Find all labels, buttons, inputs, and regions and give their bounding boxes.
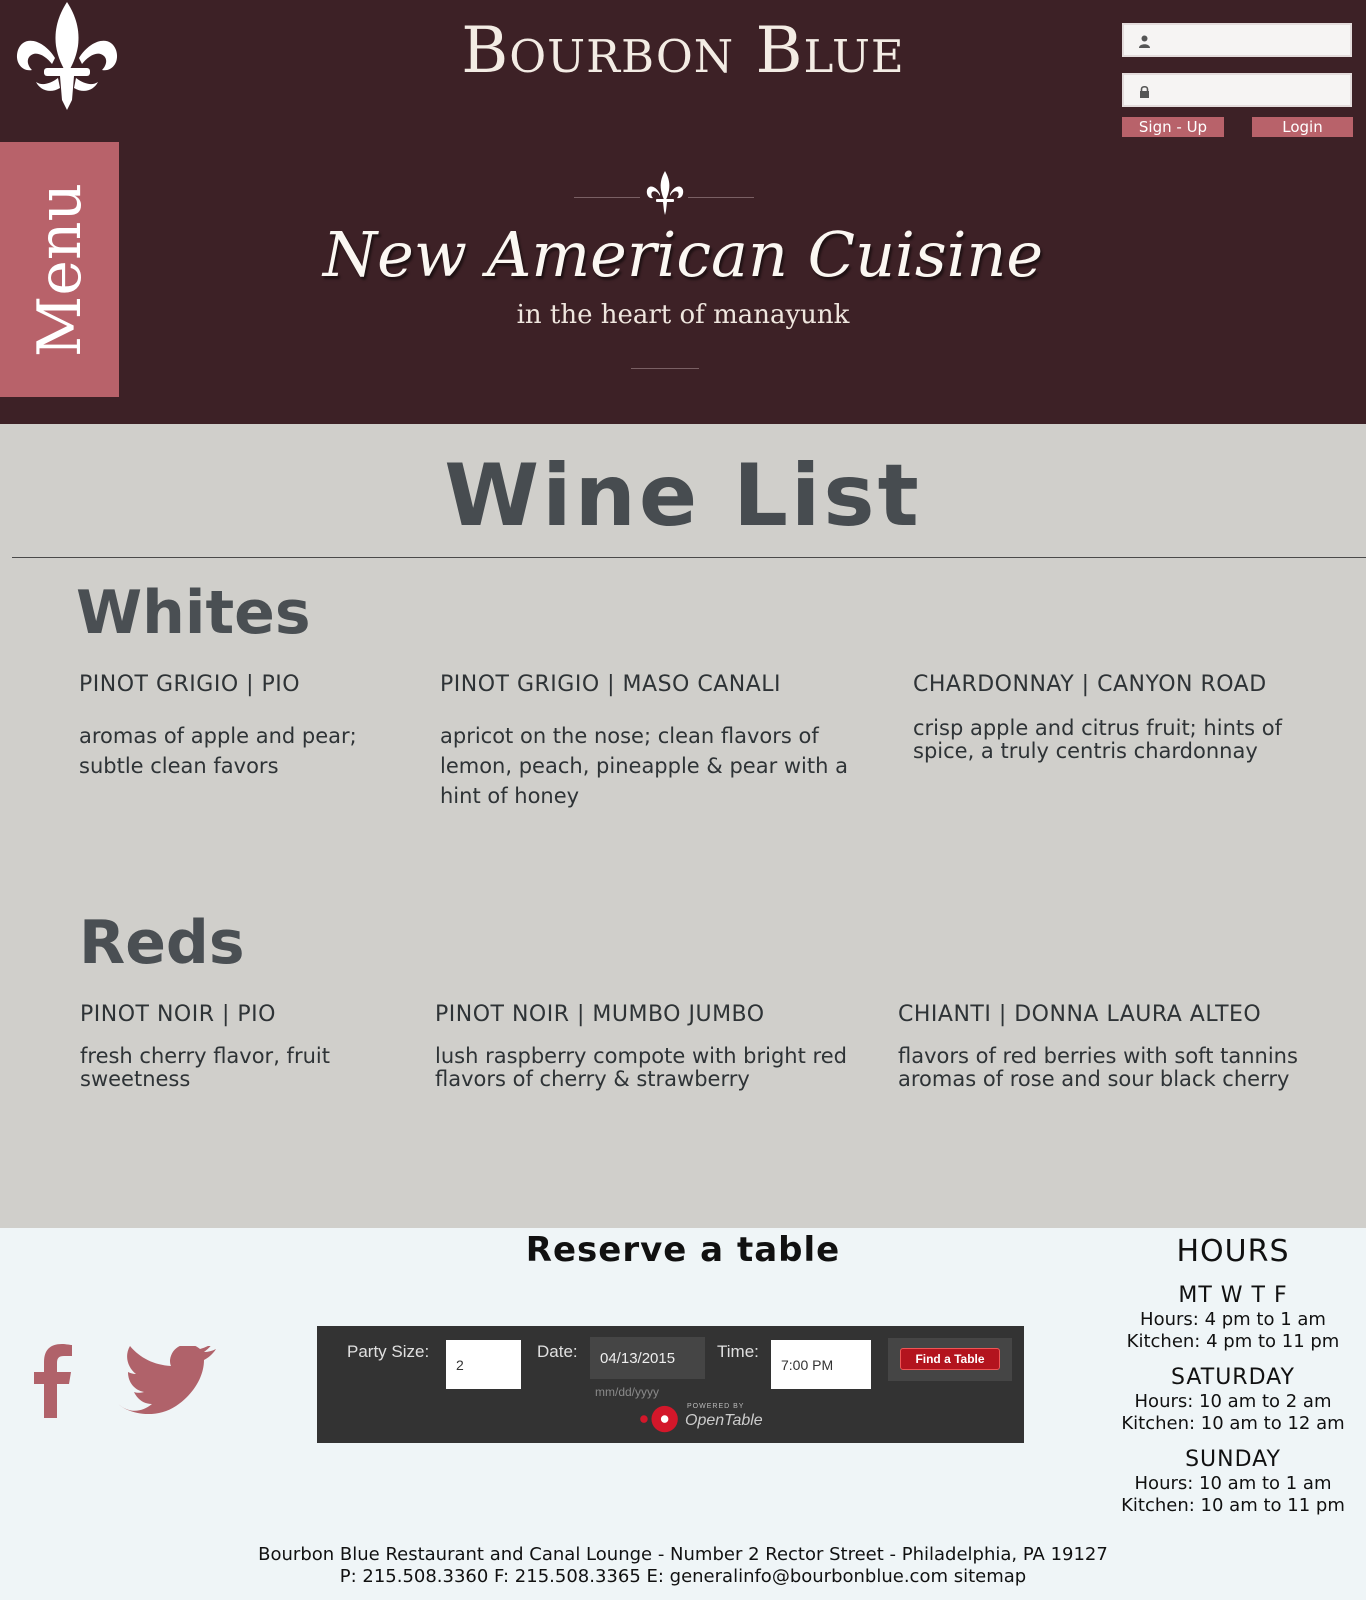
party-size-select[interactable] [446,1340,521,1389]
page-title: Wine List [444,446,922,546]
lock-icon [1140,85,1149,98]
tagline: New American Cuisine [322,218,1044,291]
hours-kitchen: Kitchen: 10 am to 11 pm [1121,1495,1345,1516]
password-field[interactable] [1122,73,1352,107]
contact-line: P: 215.508.3360 F: 215.508.3365 E: gener… [0,1566,1366,1588]
wine-description: flavors of red berries with soft tannins… [898,1044,1298,1091]
wine-name: CHARDONNAY | CANYON ROAD [913,672,1267,697]
wine-name: PINOT GRIGIO | PIO [79,672,301,697]
hours-open: Hours: 4 pm to 1 am [1140,1309,1326,1330]
time-select[interactable] [771,1340,871,1389]
wine-name: PINOT NOIR | PIO [80,1002,276,1027]
wine-item: PINOT GRIGIO | MASO CANALI apricot on th… [440,672,880,811]
hours-kitchen: Kitchen: 4 pm to 11 pm [1126,1331,1340,1352]
hours-day: MT W T F [1178,1283,1288,1308]
login-buttons: Sign - Up Login [1122,117,1353,137]
wine-item: PINOT NOIR | PIO fresh cherry flavor, fr… [80,1002,410,1091]
wine-item: CHARDONNAY | CANYON ROAD crisp apple and… [913,672,1343,763]
hours-panel: HOURS MT W T F Hours: 4 pm to 1 am Kitch… [1100,1234,1366,1529]
address-line: Bourbon Blue Restaurant and Canal Lounge… [258,1544,1108,1565]
address-block: Bourbon Blue Restaurant and Canal Lounge… [0,1544,1366,1588]
hours-day: SATURDAY [1171,1365,1295,1390]
wine-list-content: Wine List Whites PINOT GRIGIO | PIO arom… [0,424,1366,1228]
hours-kitchen: Kitchen: 10 am to 12 am [1121,1413,1345,1434]
wine-description: apricot on the nose; clean flavors of le… [440,724,848,808]
wine-name: PINOT NOIR | MUMBO JUMBO [435,1002,765,1027]
password-input[interactable] [1160,78,1346,104]
section-title-reds: Reds [79,908,245,978]
wine-name: CHIANTI | DONNA LAURA ALTEO [898,1002,1262,1027]
username-input[interactable] [1160,28,1346,54]
hours-block: MT W T F Hours: 4 pm to 1 am Kitchen: 4 … [1100,1283,1366,1353]
twitter-icon[interactable] [118,1346,218,1416]
opentable-icon [640,1405,678,1433]
small-fleur-icon [646,171,684,215]
date-input[interactable] [590,1337,705,1379]
wine-item: PINOT GRIGIO | PIO aromas of apple and p… [79,672,409,781]
party-size-label: Party Size: [347,1342,430,1361]
hours-block: SUNDAY Hours: 10 am to 1 am Kitchen: 10 … [1100,1447,1366,1517]
hours-day: SUNDAY [1185,1447,1281,1472]
contact-info: P: 215.508.3360 F: 215.508.3365 E: gener… [339,1566,948,1587]
hours-open: Hours: 10 am to 2 am [1134,1391,1332,1412]
wine-description: lush raspberry compote with bright red f… [435,1044,847,1091]
username-field[interactable] [1122,23,1352,57]
wine-description: fresh cherry flavor, fruit sweetness [80,1044,330,1091]
ornament-line-right [688,197,754,198]
find-table-button[interactable]: Find a Table [900,1348,1000,1370]
signup-button[interactable]: Sign - Up [1122,117,1224,137]
wine-description: aromas of apple and pear; subtle clean f… [79,724,357,778]
site-footer: Reserve a table Party Size: Date: mm/dd/… [0,1228,1366,1600]
date-label: Date: [537,1342,578,1361]
tagline-divider [631,368,699,369]
powered-by-label: POWERED BY [687,1403,745,1410]
login-button[interactable]: Login [1252,117,1353,137]
brand-text[interactable]: Bourbon Blue [461,14,904,88]
site-header: Bourbon Blue Sign - Up Login Menu New Am… [0,0,1366,424]
user-icon [1139,35,1150,48]
hours-block: SATURDAY Hours: 10 am to 2 am Kitchen: 1… [1100,1365,1366,1435]
title-divider [12,557,1366,558]
section-title-whites: Whites [76,578,311,648]
opentable-widget: Party Size: Date: mm/dd/yyyy Time: Find … [317,1326,1024,1443]
ornament-line-left [574,197,640,198]
sitemap-link[interactable]: sitemap [954,1566,1027,1587]
hours-title: HOURS [1176,1234,1290,1269]
hours-open: Hours: 10 am to 1 am [1134,1473,1332,1494]
find-table-wrapper: Find a Table [888,1338,1012,1381]
wine-item: PINOT NOIR | MUMBO JUMBO lush raspberry … [435,1002,855,1091]
wine-description: crisp apple and citrus fruit; hints of s… [913,716,1282,763]
subtagline: in the heart of manayunk [516,300,850,330]
opentable-brand[interactable]: POWERED BY OpenTable [637,1402,777,1436]
time-label: Time: [717,1342,759,1361]
login-form: Sign - Up Login [1122,23,1353,137]
opentable-label: OpenTable [685,1412,763,1429]
facebook-icon[interactable] [32,1344,72,1418]
wine-name: PINOT GRIGIO | MASO CANALI [440,672,782,697]
wine-item: CHIANTI | DONNA LAURA ALTEO flavors of r… [898,1002,1358,1091]
date-format-hint: mm/dd/yyyy [595,1385,660,1399]
